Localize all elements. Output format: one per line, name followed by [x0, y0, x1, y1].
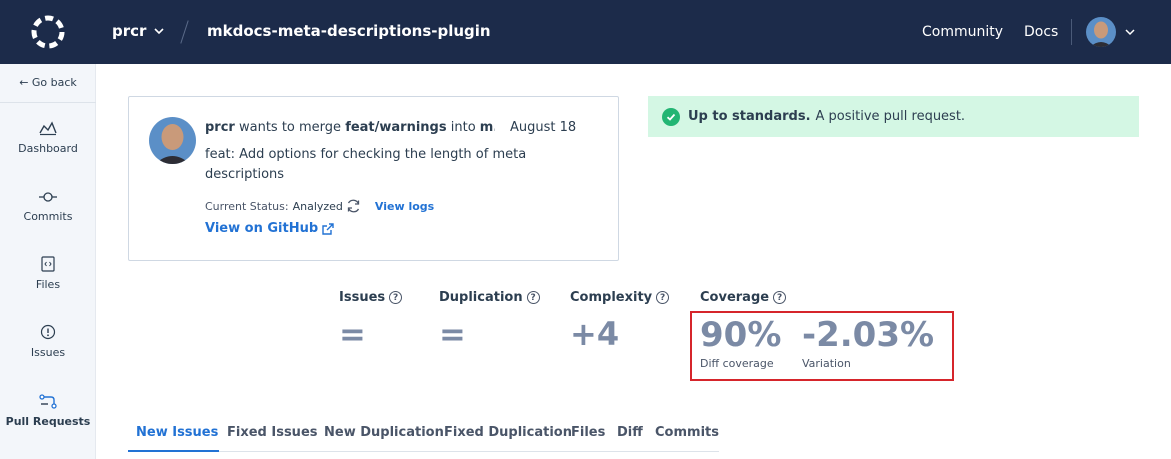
- view-on-github-label: View on GitHub: [205, 221, 319, 236]
- status-value: Analyzed: [292, 199, 343, 213]
- nav-divider: [1071, 19, 1072, 45]
- merge-text: wants to merge: [238, 120, 342, 135]
- go-back-link[interactable]: ← Go back: [0, 76, 96, 89]
- tab-diff[interactable]: Diff: [617, 425, 643, 440]
- refresh-icon[interactable]: [346, 199, 361, 213]
- sidebar-divider: [0, 102, 96, 103]
- tab-files[interactable]: Files: [571, 425, 605, 440]
- sidebar-item-label: Pull Requests: [5, 415, 91, 428]
- source-branch: feat/warnings: [345, 120, 447, 135]
- metric-duplication: Duplication? =: [439, 290, 540, 353]
- tab-fixed-issues[interactable]: Fixed Issues: [227, 425, 318, 440]
- pr-date: August 18: [510, 120, 577, 135]
- sidebar: ← Go back Dashboard Commits Files Issues: [0, 64, 96, 459]
- repo-name[interactable]: mkdocs-meta-descriptions-plugin: [207, 22, 491, 40]
- sidebar-item-files[interactable]: Files: [0, 256, 96, 316]
- chevron-down-icon[interactable]: [1124, 26, 1136, 38]
- target-branch: m...: [479, 120, 495, 135]
- user-avatar[interactable]: [1086, 17, 1116, 47]
- pr-status: Current Status: Analyzed View logs: [205, 199, 434, 213]
- banner-text: A positive pull request.: [815, 109, 966, 124]
- tab-new-duplication[interactable]: New Duplication: [324, 425, 444, 440]
- metric-title: Duplication: [439, 290, 523, 305]
- metric-value: =: [339, 315, 366, 353]
- pr-description: feat: Add options for checking the lengt…: [205, 147, 527, 182]
- author-avatar: [149, 117, 196, 164]
- view-on-github-link[interactable]: View on GitHub: [205, 221, 334, 236]
- diff-coverage-label: Diff coverage: [700, 357, 774, 370]
- community-link[interactable]: Community: [922, 24, 1003, 40]
- sidebar-item-label: Commits: [23, 210, 73, 223]
- commit-icon: [39, 192, 57, 202]
- dashboard-icon: [39, 121, 57, 136]
- coverage-variation: -2.03% Variation: [802, 316, 934, 370]
- metric-coverage: Coverage?: [700, 290, 787, 305]
- sidebar-item-label: Dashboard: [18, 142, 78, 155]
- pr-merge-summary: prcr wants to merge feat/warnings into m…: [205, 120, 495, 135]
- active-tab-indicator: [128, 450, 219, 452]
- metric-issues: Issues? =: [339, 290, 403, 353]
- metric-title: Issues: [339, 290, 386, 305]
- metric-complexity: Complexity? +4: [570, 290, 670, 353]
- external-link-icon: [322, 222, 334, 235]
- help-icon[interactable]: ?: [526, 291, 540, 304]
- sidebar-item-label: Issues: [30, 346, 66, 359]
- help-icon[interactable]: ?: [389, 291, 403, 304]
- sidebar-item-issues[interactable]: Issues: [0, 324, 96, 384]
- check-circle-icon: [662, 107, 680, 126]
- into-text: into: [450, 120, 476, 135]
- diff-coverage-value: 90%: [700, 315, 782, 355]
- file-code-icon: [41, 256, 55, 272]
- variation-value: -2.03%: [802, 315, 935, 355]
- sidebar-item-commits[interactable]: Commits: [0, 190, 96, 250]
- chevron-down-icon[interactable]: [152, 24, 166, 38]
- metric-title: Complexity: [570, 290, 653, 305]
- sidebar-item-pull-requests[interactable]: Pull Requests: [0, 393, 96, 453]
- pull-request-card: prcr wants to merge feat/warnings into m…: [128, 96, 619, 261]
- codacy-logo-icon[interactable]: [30, 14, 66, 50]
- metric-title: Coverage: [700, 290, 770, 305]
- banner-title: Up to standards.: [688, 109, 811, 124]
- help-icon[interactable]: ?: [773, 291, 787, 304]
- view-logs-link[interactable]: View logs: [375, 200, 434, 213]
- diff-coverage: 90% Diff coverage: [700, 316, 781, 370]
- up-to-standards-banner: Up to standards. A positive pull request…: [648, 96, 1139, 137]
- sidebar-item-label: Files: [35, 278, 61, 291]
- tab-commits[interactable]: Commits: [655, 425, 719, 440]
- tab-new-issues[interactable]: New Issues: [136, 425, 218, 440]
- pull-request-icon: [39, 394, 57, 409]
- docs-link[interactable]: Docs: [1024, 24, 1058, 40]
- variation-label: Variation: [802, 357, 851, 370]
- metric-value: =: [439, 315, 466, 353]
- pr-tabs: New Issues Fixed Issues New Duplication …: [128, 418, 719, 452]
- breadcrumb-separator: [180, 20, 189, 44]
- help-icon[interactable]: ?: [656, 291, 670, 304]
- pr-author[interactable]: prcr: [205, 120, 235, 135]
- sidebar-item-dashboard[interactable]: Dashboard: [0, 120, 96, 180]
- issue-icon: [40, 324, 56, 340]
- status-label: Current Status:: [205, 199, 289, 213]
- top-navbar: prcr mkdocs-meta-descriptions-plugin Com…: [0, 0, 1171, 64]
- metric-value: +4: [570, 315, 620, 353]
- org-name[interactable]: prcr: [112, 22, 146, 40]
- tab-fixed-duplication[interactable]: Fixed Duplication: [444, 425, 572, 440]
